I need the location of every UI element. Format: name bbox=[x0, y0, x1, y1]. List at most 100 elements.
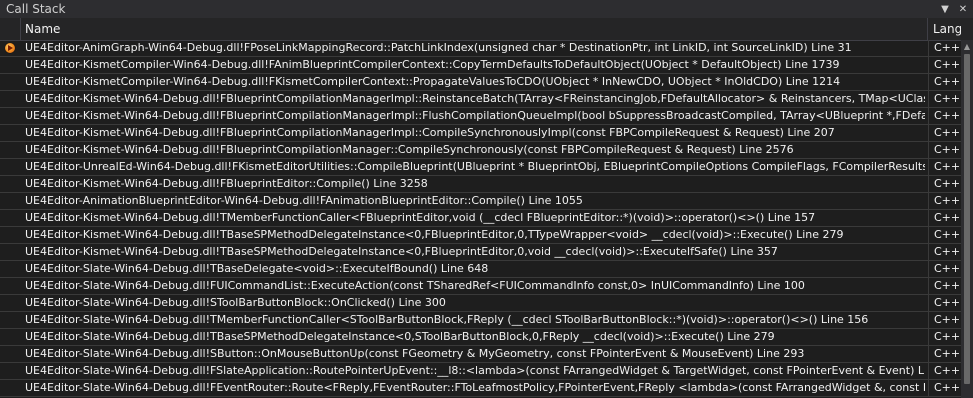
frame-name: UE4Editor-KismetCompiler-Win64-Debug.dll… bbox=[25, 75, 841, 88]
call-stack-row[interactable]: UE4Editor-Kismet-Win64-Debug.dll!FBluepr… bbox=[0, 142, 961, 159]
column-separator bbox=[928, 57, 929, 73]
column-separator bbox=[928, 159, 929, 175]
frame-language: C++ bbox=[934, 313, 960, 326]
frame-name: UE4Editor-Kismet-Win64-Debug.dll!FBluepr… bbox=[25, 92, 925, 105]
column-separator bbox=[928, 176, 929, 192]
call-stack-row[interactable]: UE4Editor-Slate-Win64-Debug.dll!FUIComma… bbox=[0, 278, 961, 295]
row-gutter bbox=[0, 312, 20, 328]
frame-name: UE4Editor-Kismet-Win64-Debug.dll!FBluepr… bbox=[25, 109, 925, 122]
frame-language: C++ bbox=[934, 41, 960, 54]
row-gutter bbox=[0, 193, 20, 209]
column-separator bbox=[928, 244, 929, 260]
frame-language: C++ bbox=[934, 194, 960, 207]
column-header-name[interactable]: Name bbox=[21, 18, 928, 40]
frame-language: C++ bbox=[934, 228, 960, 241]
frame-name: UE4Editor-AnimGraph-Win64-Debug.dll!FPos… bbox=[25, 41, 852, 54]
row-gutter bbox=[0, 244, 20, 260]
frame-name: UE4Editor-Slate-Win64-Debug.dll!TBaseSPM… bbox=[25, 330, 775, 343]
close-icon[interactable]: ✕ bbox=[955, 1, 971, 17]
column-separator bbox=[928, 108, 929, 124]
chevron-down-icon[interactable]: ▼ bbox=[937, 1, 953, 17]
call-stack-row[interactable]: UE4Editor-Slate-Win64-Debug.dll!SButton:… bbox=[0, 346, 961, 363]
panel-title-bar: Call Stack ▼ ✕ bbox=[0, 0, 973, 18]
column-separator bbox=[928, 312, 929, 328]
call-stack-row[interactable]: UE4Editor-Slate-Win64-Debug.dll!FEventRo… bbox=[0, 380, 961, 397]
call-stack-row[interactable]: UE4Editor-Slate-Win64-Debug.dll!TBaseSPM… bbox=[0, 329, 961, 346]
column-separator bbox=[928, 91, 929, 107]
column-separator bbox=[928, 380, 929, 396]
call-stack-row[interactable]: UE4Editor-Slate-Win64-Debug.dll!SToolBar… bbox=[0, 295, 961, 312]
row-gutter bbox=[0, 40, 20, 56]
frame-name: UE4Editor-Slate-Win64-Debug.dll!FUIComma… bbox=[25, 279, 805, 292]
frame-language: C++ bbox=[934, 58, 960, 71]
column-separator bbox=[928, 346, 929, 362]
frame-language: C++ bbox=[934, 364, 960, 377]
call-stack-row[interactable]: UE4Editor-Kismet-Win64-Debug.dll!FBluepr… bbox=[0, 108, 961, 125]
row-gutter bbox=[0, 210, 20, 226]
frame-language: C++ bbox=[934, 245, 960, 258]
call-stack-row[interactable]: UE4Editor-Slate-Win64-Debug.dll!TMemberF… bbox=[0, 312, 961, 329]
call-stack-row[interactable]: UE4Editor-Kismet-Win64-Debug.dll!FBluepr… bbox=[0, 91, 961, 108]
call-stack-row[interactable]: UE4Editor-UnrealEd-Win64-Debug.dll!FKism… bbox=[0, 159, 961, 176]
call-stack-row[interactable]: UE4Editor-Kismet-Win64-Debug.dll!TMember… bbox=[0, 210, 961, 227]
frame-name: UE4Editor-AnimationBlueprintEditor-Win64… bbox=[25, 194, 583, 207]
row-gutter bbox=[0, 227, 20, 243]
frame-language: C++ bbox=[934, 296, 960, 309]
column-header: Name Langu bbox=[0, 18, 973, 41]
row-gutter bbox=[0, 74, 20, 90]
scroll-up-icon[interactable]: ▲ bbox=[961, 40, 973, 52]
frame-name: UE4Editor-KismetCompiler-Win64-Debug.dll… bbox=[25, 58, 840, 71]
call-stack-row[interactable]: UE4Editor-Slate-Win64-Debug.dll!FSlateAp… bbox=[0, 363, 961, 380]
row-gutter bbox=[0, 57, 20, 73]
call-stack-row[interactable]: UE4Editor-KismetCompiler-Win64-Debug.dll… bbox=[0, 57, 961, 74]
frame-name: UE4Editor-Slate-Win64-Debug.dll!FSlateAp… bbox=[25, 364, 925, 377]
column-separator bbox=[928, 125, 929, 141]
call-stack-row[interactable]: UE4Editor-Kismet-Win64-Debug.dll!FBluepr… bbox=[0, 125, 961, 142]
frame-name: UE4Editor-UnrealEd-Win64-Debug.dll!FKism… bbox=[25, 160, 925, 173]
frame-name: UE4Editor-Slate-Win64-Debug.dll!FEventRo… bbox=[25, 381, 925, 394]
frame-language: C++ bbox=[934, 262, 960, 275]
column-separator bbox=[928, 261, 929, 277]
frame-name: UE4Editor-Kismet-Win64-Debug.dll!TMember… bbox=[25, 211, 816, 224]
column-header-language[interactable]: Langu bbox=[929, 18, 961, 40]
frame-language: C++ bbox=[934, 279, 960, 292]
column-separator bbox=[928, 193, 929, 209]
frame-language: C++ bbox=[934, 92, 960, 105]
frame-name: UE4Editor-Slate-Win64-Debug.dll!SToolBar… bbox=[25, 296, 446, 309]
frame-language: C++ bbox=[934, 381, 960, 394]
row-gutter bbox=[0, 295, 20, 311]
call-stack-row[interactable]: UE4Editor-Slate-Win64-Debug.dll!TBaseDel… bbox=[0, 261, 961, 278]
row-gutter bbox=[0, 278, 20, 294]
frame-name: UE4Editor-Kismet-Win64-Debug.dll!TBaseSP… bbox=[25, 228, 844, 241]
row-gutter bbox=[0, 142, 20, 158]
column-separator bbox=[928, 227, 929, 243]
column-separator bbox=[928, 74, 929, 90]
row-gutter bbox=[0, 329, 20, 345]
call-stack-row[interactable]: UE4Editor-KismetCompiler-Win64-Debug.dll… bbox=[0, 74, 961, 91]
frame-language: C++ bbox=[934, 330, 960, 343]
column-separator bbox=[928, 329, 929, 345]
frame-name: UE4Editor-Slate-Win64-Debug.dll!TMemberF… bbox=[25, 313, 869, 326]
current-frame-arrow-icon bbox=[5, 43, 15, 53]
row-gutter bbox=[0, 108, 20, 124]
column-separator bbox=[928, 40, 929, 56]
vertical-scrollbar[interactable]: ▲ bbox=[961, 40, 973, 398]
call-stack-row[interactable]: UE4Editor-Kismet-Win64-Debug.dll!TBaseSP… bbox=[0, 227, 961, 244]
row-gutter bbox=[0, 176, 20, 192]
frame-name: UE4Editor-Kismet-Win64-Debug.dll!FBluepr… bbox=[25, 126, 835, 139]
frame-language: C++ bbox=[934, 160, 960, 173]
frame-language: C++ bbox=[934, 143, 960, 156]
row-gutter bbox=[0, 363, 20, 379]
scrollbar-thumb[interactable] bbox=[964, 54, 970, 384]
call-stack-row[interactable]: UE4Editor-AnimGraph-Win64-Debug.dll!FPos… bbox=[0, 40, 961, 57]
frame-language: C++ bbox=[934, 177, 960, 190]
row-gutter bbox=[0, 380, 20, 396]
frame-language: C++ bbox=[934, 109, 960, 122]
column-separator bbox=[928, 295, 929, 311]
call-stack-row[interactable]: UE4Editor-AnimationBlueprintEditor-Win64… bbox=[0, 193, 961, 210]
frame-language: C++ bbox=[934, 211, 960, 224]
call-stack-row[interactable]: UE4Editor-Kismet-Win64-Debug.dll!TBaseSP… bbox=[0, 244, 961, 261]
row-gutter bbox=[0, 125, 20, 141]
call-stack-row[interactable]: UE4Editor-Kismet-Win64-Debug.dll!FBluepr… bbox=[0, 176, 961, 193]
row-gutter bbox=[0, 91, 20, 107]
